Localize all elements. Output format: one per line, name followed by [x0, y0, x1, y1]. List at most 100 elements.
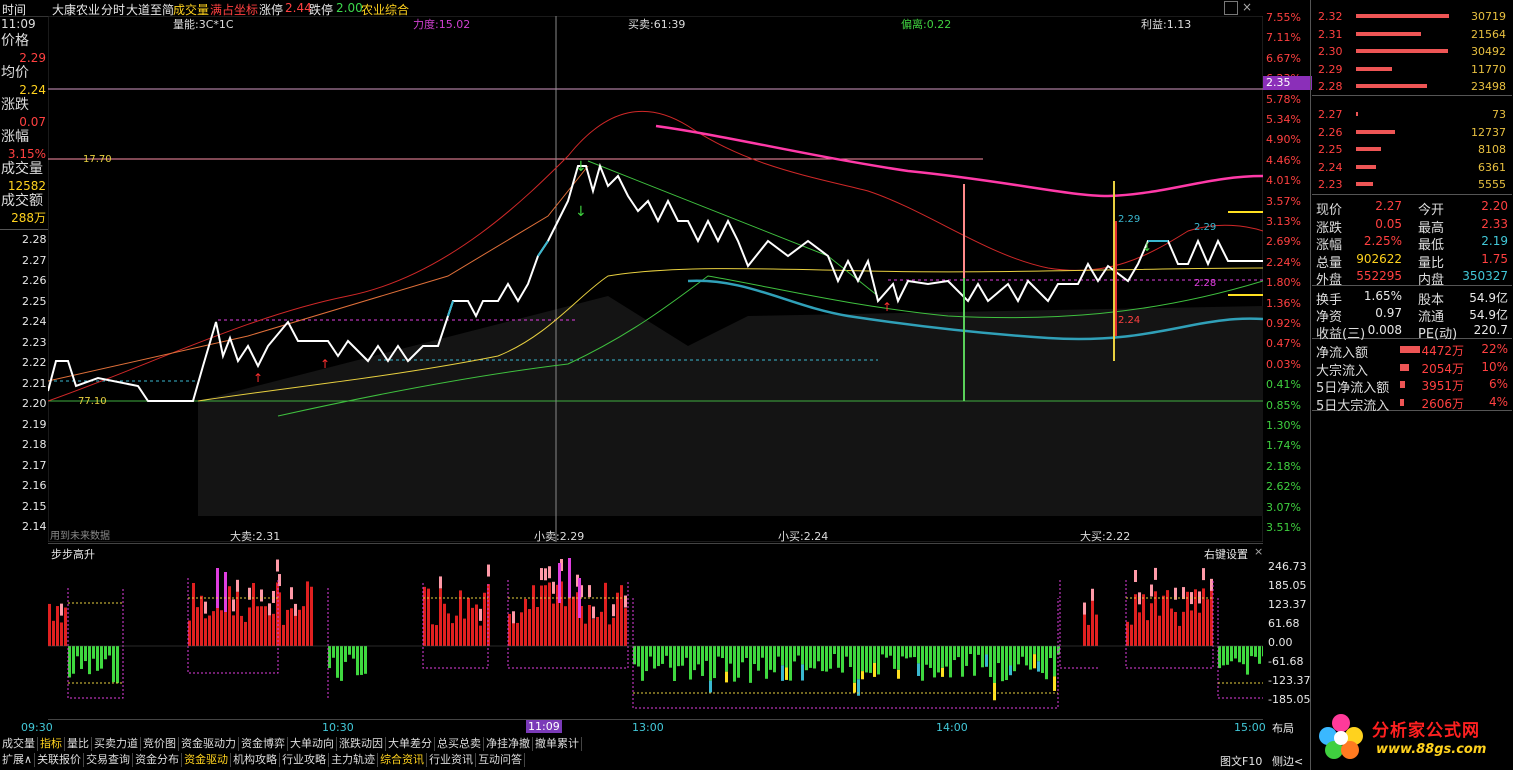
indicator-tab[interactable]: 竞价图 [141, 737, 179, 751]
side-toggle-button[interactable]: 侧边< [1272, 753, 1303, 769]
sub-close-icon[interactable]: × [1254, 545, 1263, 558]
ask-row[interactable]: 2.31 21564 [1312, 26, 1512, 43]
bid-row[interactable]: 2.25 8108 [1312, 141, 1512, 158]
sub-tick: 61.68 [1268, 617, 1300, 630]
sub-bar-top [1134, 569, 1137, 582]
ask-row[interactable]: 2.30 30492 [1312, 43, 1512, 60]
settings-icon[interactable] [1224, 1, 1238, 15]
time-0930: 09:30 [21, 721, 53, 734]
sub-bar [769, 646, 772, 670]
sub-bar [431, 624, 434, 646]
sub-bar [1146, 620, 1149, 646]
sub-bar [873, 646, 876, 663]
sub-bar [973, 646, 976, 676]
indicator-tab[interactable]: 量比 [65, 737, 92, 751]
sub-bar [471, 607, 474, 646]
sub-bar [937, 646, 940, 673]
sub-bar [709, 646, 712, 681]
bid-row[interactable]: 2.26 12737 [1312, 124, 1512, 141]
time-axis: 09:30 10:30 11:09 13:00 14:00 15:00 [21, 719, 1266, 735]
sub-bar [443, 603, 446, 646]
quote-value: 350327 [1462, 269, 1508, 283]
indicator-tab[interactable]: 买卖力道 [92, 737, 141, 751]
bid-row[interactable]: 2.23 5555 [1312, 176, 1512, 193]
indicator-tab[interactable]: 涨跌动因 [337, 737, 386, 751]
flow-label: 5日大宗流入 [1316, 398, 1390, 414]
chart-tag-229a: 2.29 [1118, 214, 1140, 225]
sub-bar [548, 582, 551, 646]
sub-bar [809, 646, 812, 668]
lidu-label: 力度:15.02 [413, 17, 470, 31]
main-chart[interactable]: ↓ ↓ ↑ ↑ ↑ ↓ 量能:3C*1C 力度:15.02 买卖:61:39 偏… [48, 16, 1263, 542]
quote-row: 涨幅 2.25% 最低 2.19 [1316, 233, 1510, 253]
ask-price: 2.32 [1318, 10, 1343, 23]
flow-value: 2606万 [1421, 396, 1464, 411]
bid-bar [1356, 182, 1373, 186]
indicator-tab[interactable]: 大单差分 [386, 737, 435, 751]
indicator-tab[interactable]: 指标 [38, 737, 65, 751]
info-tab[interactable]: 资金驱动 [182, 753, 232, 767]
info-tab[interactable]: 关联报价 [35, 753, 85, 767]
sub-bar [737, 646, 740, 678]
small-sell-label: 小卖:2.29 [534, 530, 584, 542]
quote-row: 现价 2.27 今开 2.20 [1316, 198, 1510, 218]
ask-row[interactable]: 2.32 30719 [1312, 8, 1512, 25]
sub-bar [360, 646, 363, 675]
quote-value: 902622 [1356, 251, 1402, 266]
ask-row[interactable]: 2.29 11770 [1312, 61, 1512, 78]
indicator-tab[interactable]: 资金驱动力 [179, 737, 239, 751]
indicator-tab[interactable]: 大单动向 [288, 737, 337, 751]
pct-tick: 0.85% [1266, 398, 1301, 412]
sub-bar [865, 646, 868, 673]
indicator-tab[interactable]: 总买总卖 [435, 737, 484, 751]
indicator-tab[interactable]: 撤单累计 [533, 737, 582, 751]
close-icon[interactable]: × [1242, 0, 1252, 14]
bid-bar [1356, 164, 1376, 169]
sub-bar [933, 646, 936, 678]
ask-row[interactable]: 2.28 23498 [1312, 78, 1512, 95]
sub-bar [356, 646, 359, 676]
info-tab[interactable]: 扩展∧ [0, 753, 36, 767]
sub-bar [483, 592, 486, 646]
info-tab[interactable]: 交易查询 [84, 753, 134, 767]
sub-bar [1001, 646, 1004, 682]
info-tab[interactable]: 行业资讯 [427, 753, 477, 767]
arrow-up-5: ↑ [882, 300, 892, 314]
indicator-tab[interactable]: 资金博弈 [239, 737, 288, 751]
sub-bar [344, 646, 347, 662]
change-pct-value: 3.15% [7, 147, 46, 161]
chart-tag-228: 2.28 [1194, 278, 1216, 289]
sub-bar [1025, 646, 1028, 666]
pct-tick: 6.67% [1266, 51, 1301, 65]
change-pct-label: 涨幅 [1, 129, 29, 145]
bid-row[interactable]: 2.24 6361 [1312, 159, 1512, 176]
time-1500: 15:00 [1234, 721, 1266, 734]
sub-bar [1138, 612, 1141, 646]
quote-value: 2.25% [1363, 234, 1402, 248]
info-tab[interactable]: 主力轨迹 [329, 753, 379, 767]
sub-bar [825, 646, 828, 672]
sub-chart[interactable] [48, 558, 1263, 718]
sub-bar [969, 646, 972, 655]
info-tab[interactable]: 机构攻略 [231, 753, 281, 767]
info-tab[interactable]: 资金分布 [133, 753, 183, 767]
sub-bar-top [612, 604, 615, 617]
info-tab[interactable]: 行业攻略 [280, 753, 330, 767]
bid-row[interactable]: 2.27 73 [1312, 106, 1512, 123]
sub-bar [1246, 646, 1249, 675]
flow-pct: 22% [1481, 342, 1508, 356]
sub-bar [885, 646, 888, 658]
sub-spike [216, 568, 219, 608]
layout-button[interactable]: 布局 [1272, 720, 1294, 736]
info-tab[interactable]: 综合资讯 [378, 753, 428, 767]
indicator-tab[interactable]: 成交量 [0, 737, 38, 751]
sub-bar-tail [709, 680, 712, 693]
indicator-tab[interactable]: 净挂净撤 [484, 737, 533, 751]
indicator-tab-bar: 成交量 指标 量比 买卖力道 竞价图 资金驱动力 资金博弈 大单动向 涨跌动因 大单差分 总买总卖净… [0, 737, 1263, 751]
info-tab[interactable]: 互动问答 [476, 753, 526, 767]
crosshair-price-box: 2.35 [1263, 76, 1312, 90]
sub-bar [1041, 646, 1044, 674]
sub-bar-top [204, 601, 207, 614]
sub-bar-top [276, 559, 279, 572]
f10-button[interactable]: 图文F10 [1220, 753, 1262, 769]
